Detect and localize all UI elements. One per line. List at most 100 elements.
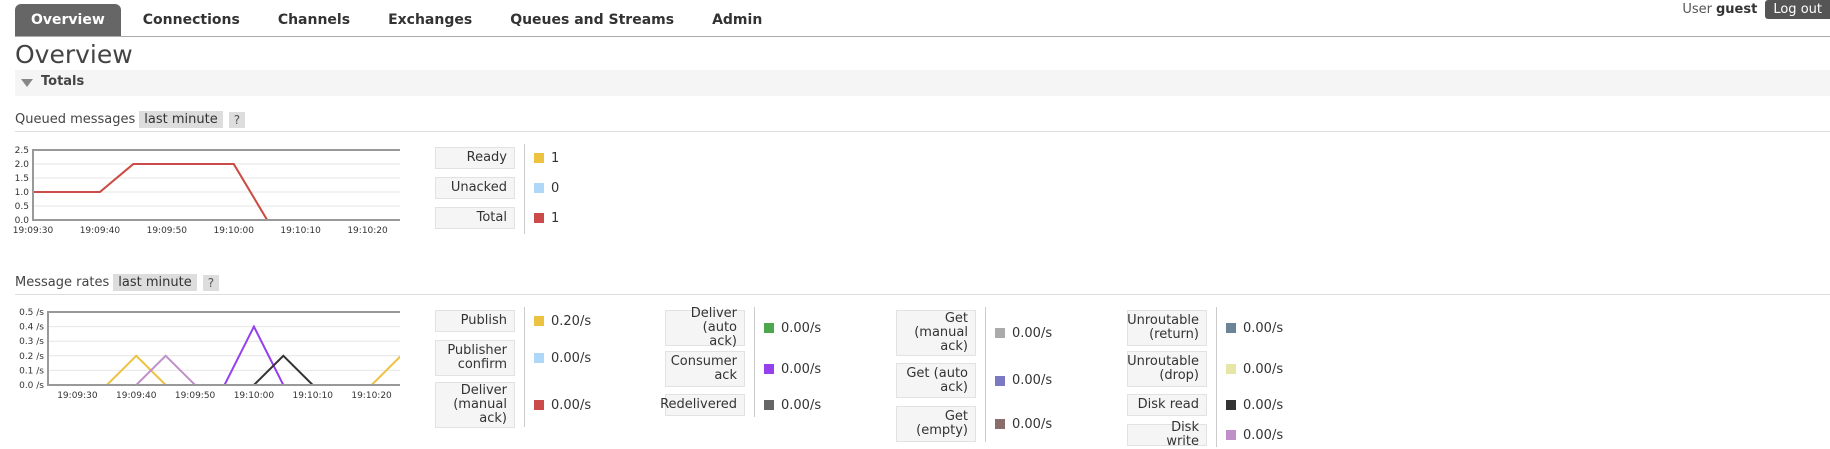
message-rates-heading: Message rates last minute ?: [15, 274, 220, 291]
rate-stat-disk-write-swatch: [1226, 430, 1236, 440]
queued-chart-x-tick-label: 19:10:00: [214, 226, 255, 236]
queued-stat-total-value: 1: [534, 207, 559, 229]
stat-column-separator: [985, 307, 986, 442]
rates-chart-x-tick-label: 19:10:10: [293, 391, 334, 401]
rate-stat-get-auto-ack-value-text: 0.00/s: [1012, 373, 1053, 388]
rate-stat-get-manual-ack-swatch: [995, 328, 1005, 338]
rate-stat-unroutable-drop-value: 0.00/s: [1226, 351, 1283, 387]
rate-stat-unroutable-drop-label: Unroutable (drop): [1127, 351, 1207, 387]
rate-stat-deliver-auto-ack-swatch: [764, 323, 774, 333]
rates-chart-y-tick-label: 0.5 /s: [19, 308, 44, 318]
stat-column-separator: [524, 307, 525, 427]
rate-stat-consumer-ack-value-text: 0.00/s: [781, 361, 822, 377]
collapse-triangle-icon: [21, 79, 33, 87]
queued-stat-ready-value: 1: [534, 147, 559, 169]
queued-chart-x-tick-label: 19:09:50: [147, 226, 188, 236]
rate-stat-disk-write-value: 0.00/s: [1226, 424, 1283, 446]
rate-stat-get-empty-label: Get (empty): [896, 406, 976, 442]
queued-stat-total-label: Total: [435, 207, 515, 229]
rate-stat-disk-read-value: 0.00/s: [1226, 394, 1283, 416]
tab-connections[interactable]: Connections: [127, 4, 256, 36]
rate-stat-deliver-manual-ack-label: Deliver (manual ack): [435, 382, 515, 428]
rate-stat-redelivered-value-text: 0.00/s: [781, 397, 822, 413]
stat-column-separator: [524, 144, 525, 234]
rate-stat-get-manual-ack-value: 0.00/s: [995, 310, 1052, 356]
rate-stat-consumer-ack-label: Consumer ack: [665, 351, 745, 387]
rate-stat-deliver-manual-ack-swatch: [534, 400, 544, 410]
rate-stat-publisher-confirm-value: 0.00/s: [534, 340, 591, 376]
queued-help-button[interactable]: ?: [228, 111, 246, 128]
message-rates-chart: 0.5 /s 0.4 /s 0.3 /s 0.2 /s 0.1 /s 0.0 /s 19:0…: [19, 308, 400, 401]
stat-column-separator: [754, 307, 755, 417]
queued-chart-y-tick-label: 2.0: [15, 160, 30, 170]
queued-chart-y-tick-label: 1.0: [15, 188, 30, 198]
stat-column-separator: [1216, 307, 1217, 447]
rate-stat-get-empty-value: 0.00/s: [995, 406, 1052, 442]
rate-stat-get-empty-swatch: [995, 419, 1005, 429]
rate-stat-disk-write-label: Disk write: [1127, 421, 1207, 449]
page-title: Overview: [15, 40, 133, 69]
rate-stat-publish-label: Publish: [435, 310, 515, 332]
rate-stat-redelivered-value: 0.00/s: [764, 394, 821, 416]
rates-help-button[interactable]: ?: [202, 274, 220, 291]
rate-stat-redelivered-label: Redelivered: [660, 394, 745, 416]
rate-stat-publisher-confirm-label: Publisher confirm: [435, 340, 515, 376]
rate-stat-unroutable-return-label: Unroutable (return): [1127, 310, 1207, 346]
rates-chart-y-tick-label: 0.3 /s: [19, 337, 44, 347]
rate-stat-disk-read-value-text: 0.00/s: [1243, 397, 1284, 413]
queued-stat-unacked-label: Unacked: [435, 177, 515, 199]
rate-stat-disk-write-value-text: 0.00/s: [1243, 427, 1284, 443]
queued-stat-total-value-text: 1: [551, 210, 560, 226]
queued-messages-heading: Queued messages last minute ?: [15, 111, 246, 128]
tab-overview[interactable]: Overview: [15, 4, 121, 36]
queued-chart-y-tick-label: 2.5: [15, 146, 29, 156]
main-nav: Overview Connections Channels Exchanges …: [15, 4, 784, 36]
rate-stat-get-auto-ack-swatch: [995, 375, 1005, 386]
rate-stat-deliver-auto-ack-value-text: 0.00/s: [781, 320, 822, 336]
queued-chart-x-tick-label: 19:09:40: [80, 226, 121, 236]
rate-stat-unroutable-return-value: 0.00/s: [1226, 310, 1283, 346]
rate-stat-publish-value-text: 0.20/s: [551, 313, 592, 329]
rate-stat-publisher-confirm-value-text: 0.00/s: [551, 350, 592, 366]
tab-exchanges[interactable]: Exchanges: [372, 4, 488, 36]
rate-stat-get-empty-value-text: 0.00/s: [1012, 416, 1053, 432]
rates-chart-x-tick-label: 19:09:30: [57, 391, 98, 401]
rate-stat-redelivered-swatch: [764, 400, 774, 410]
tab-admin[interactable]: Admin: [696, 4, 778, 36]
rate-stat-unroutable-return-swatch: [1226, 323, 1236, 333]
queued-stat-unacked-swatch: [534, 183, 544, 193]
queued-chart-x-tick-label: 19:10:10: [280, 226, 321, 236]
rate-stat-publisher-confirm-swatch: [534, 353, 544, 363]
rates-chart-plot-frame: [47, 311, 400, 386]
queued-messages-title: Queued messages: [15, 112, 136, 127]
rate-stat-consumer-ack-value: 0.00/s: [764, 351, 821, 387]
queued-range-selector[interactable]: last minute: [139, 111, 223, 128]
queued-chart-y-tick-label: 1.5: [15, 174, 29, 184]
queued-chart-x-tick-label: 19:09:30: [13, 226, 54, 236]
rate-stat-disk-read-swatch: [1226, 400, 1236, 410]
rates-range-selector[interactable]: last minute: [113, 274, 197, 291]
rate-stat-unroutable-drop-value-text: 0.00/s: [1243, 361, 1284, 377]
queued-chart-plot-frame: [32, 149, 400, 221]
rate-stat-get-auto-ack-value: 0.00/s: [995, 363, 1052, 398]
tab-channels[interactable]: Channels: [262, 4, 366, 36]
queued-chart-y-tick-label: 0.5: [15, 202, 29, 212]
rate-stat-get-auto-ack-label: Get (auto ack): [896, 363, 976, 398]
rates-chart-x-tick-label: 19:09:40: [116, 391, 157, 401]
tab-queues-and-streams[interactable]: Queues and Streams: [494, 4, 690, 36]
rate-stat-publish-swatch: [534, 316, 544, 326]
rates-chart-y-tick-label: 0.4 /s: [19, 323, 44, 333]
logout-button[interactable]: Log out: [1765, 0, 1830, 19]
rate-stat-unroutable-drop-swatch: [1226, 364, 1236, 374]
rates-chart-y-tick-label: 0.1 /s: [19, 366, 44, 376]
queued-stat-unacked-value-text: 0: [551, 180, 560, 196]
queued-stat-ready-value-text: 1: [551, 150, 560, 166]
queued-stat-ready-swatch: [534, 153, 544, 163]
totals-section-toggle[interactable]: Totals: [15, 70, 1830, 96]
rate-stat-disk-read-label: Disk read: [1127, 394, 1207, 416]
rates-chart-x-tick-label: 19:10:00: [234, 391, 275, 401]
rate-stat-deliver-manual-ack-value: 0.00/s: [534, 382, 591, 428]
rate-stat-unroutable-return-value-text: 0.00/s: [1243, 320, 1284, 336]
rate-stat-get-manual-ack-label: Get (manual ack): [896, 310, 976, 356]
rates-divider: [15, 294, 1830, 295]
